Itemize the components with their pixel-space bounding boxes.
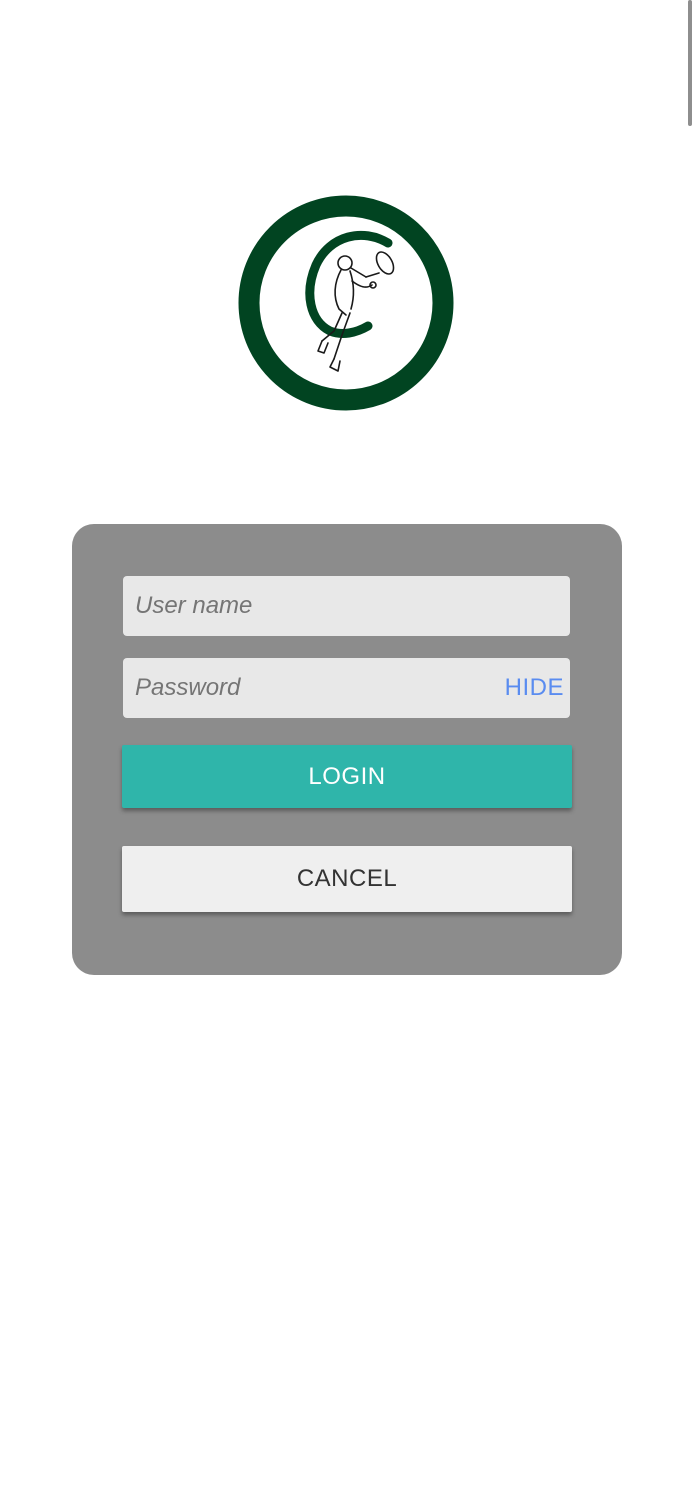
- scroll-indicator[interactable]: [688, 0, 692, 126]
- club-logo-icon: [238, 195, 454, 411]
- password-visibility-toggle[interactable]: HIDE: [505, 658, 564, 718]
- password-input[interactable]: [123, 658, 570, 718]
- login-button[interactable]: LOGIN: [122, 745, 572, 808]
- password-field[interactable]: HIDE: [123, 658, 570, 718]
- login-card: HIDE LOGIN CANCEL: [72, 524, 622, 975]
- cancel-button[interactable]: CANCEL: [122, 846, 572, 912]
- username-field[interactable]: [123, 576, 570, 636]
- username-input[interactable]: [123, 576, 570, 636]
